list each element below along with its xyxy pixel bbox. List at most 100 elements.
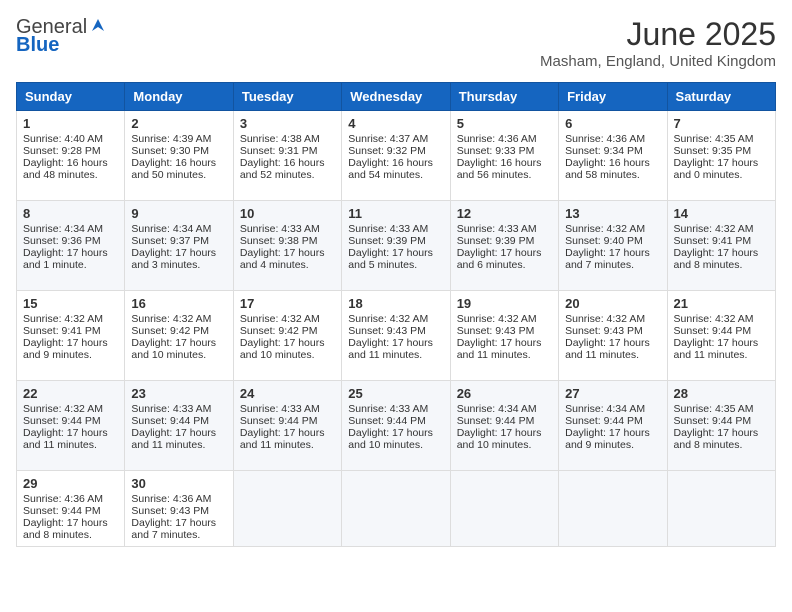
sunset-text: Sunset: 9:44 PM <box>240 415 318 427</box>
sunrise-text: Sunrise: 4:32 AM <box>565 313 645 325</box>
daylight-text: Daylight: 17 hours and 5 minutes. <box>348 247 433 271</box>
day-number: 26 <box>457 386 552 401</box>
logo-blue-text: Blue <box>16 34 106 56</box>
day-number: 27 <box>565 386 660 401</box>
table-row: 26Sunrise: 4:34 AMSunset: 9:44 PMDayligh… <box>450 381 558 471</box>
table-row: 22Sunrise: 4:32 AMSunset: 9:44 PMDayligh… <box>17 381 125 471</box>
table-row: 12Sunrise: 4:33 AMSunset: 9:39 PMDayligh… <box>450 201 558 291</box>
sunrise-text: Sunrise: 4:32 AM <box>131 313 211 325</box>
sunset-text: Sunset: 9:44 PM <box>674 415 752 427</box>
sunset-text: Sunset: 9:44 PM <box>565 415 643 427</box>
daylight-text: Daylight: 17 hours and 11 minutes. <box>240 427 325 451</box>
table-row <box>559 471 667 547</box>
daylight-text: Daylight: 17 hours and 8 minutes. <box>674 247 759 271</box>
daylight-text: Daylight: 16 hours and 54 minutes. <box>348 157 433 181</box>
table-row: 25Sunrise: 4:33 AMSunset: 9:44 PMDayligh… <box>342 381 450 471</box>
day-number: 9 <box>131 206 226 221</box>
table-row: 11Sunrise: 4:33 AMSunset: 9:39 PMDayligh… <box>342 201 450 291</box>
location-subtitle: Masham, England, United Kingdom <box>540 53 776 70</box>
sunset-text: Sunset: 9:31 PM <box>240 145 318 157</box>
table-row: 24Sunrise: 4:33 AMSunset: 9:44 PMDayligh… <box>233 381 341 471</box>
sunset-text: Sunset: 9:33 PM <box>457 145 535 157</box>
day-number: 21 <box>674 296 769 311</box>
table-row: 10Sunrise: 4:33 AMSunset: 9:38 PMDayligh… <box>233 201 341 291</box>
day-number: 1 <box>23 116 118 131</box>
day-number: 28 <box>674 386 769 401</box>
daylight-text: Daylight: 16 hours and 48 minutes. <box>23 157 108 181</box>
table-row <box>342 471 450 547</box>
col-thursday: Thursday <box>450 83 558 111</box>
table-row: 14Sunrise: 4:32 AMSunset: 9:41 PMDayligh… <box>667 201 775 291</box>
daylight-text: Daylight: 16 hours and 52 minutes. <box>240 157 325 181</box>
sunset-text: Sunset: 9:44 PM <box>348 415 426 427</box>
title-area: June 2025 Masham, England, United Kingdo… <box>540 16 776 70</box>
daylight-text: Daylight: 17 hours and 11 minutes. <box>131 427 216 451</box>
col-monday: Monday <box>125 83 233 111</box>
sunrise-text: Sunrise: 4:32 AM <box>565 223 645 235</box>
sunrise-text: Sunrise: 4:37 AM <box>348 133 428 145</box>
sunset-text: Sunset: 9:39 PM <box>348 235 426 247</box>
daylight-text: Daylight: 17 hours and 10 minutes. <box>348 427 433 451</box>
table-row: 3Sunrise: 4:38 AMSunset: 9:31 PMDaylight… <box>233 111 341 201</box>
sunrise-text: Sunrise: 4:34 AM <box>565 403 645 415</box>
daylight-text: Daylight: 17 hours and 0 minutes. <box>674 157 759 181</box>
table-row: 15Sunrise: 4:32 AMSunset: 9:41 PMDayligh… <box>17 291 125 381</box>
day-number: 16 <box>131 296 226 311</box>
sunset-text: Sunset: 9:42 PM <box>131 325 209 337</box>
calendar-week-row: 8Sunrise: 4:34 AMSunset: 9:36 PMDaylight… <box>17 201 776 291</box>
table-row <box>450 471 558 547</box>
sunrise-text: Sunrise: 4:33 AM <box>457 223 537 235</box>
sunset-text: Sunset: 9:44 PM <box>23 415 101 427</box>
col-friday: Friday <box>559 83 667 111</box>
table-row: 5Sunrise: 4:36 AMSunset: 9:33 PMDaylight… <box>450 111 558 201</box>
calendar-week-row: 15Sunrise: 4:32 AMSunset: 9:41 PMDayligh… <box>17 291 776 381</box>
day-number: 29 <box>23 476 118 491</box>
col-tuesday: Tuesday <box>233 83 341 111</box>
daylight-text: Daylight: 17 hours and 11 minutes. <box>565 337 650 361</box>
daylight-text: Daylight: 17 hours and 11 minutes. <box>348 337 433 361</box>
daylight-text: Daylight: 17 hours and 1 minute. <box>23 247 108 271</box>
table-row: 8Sunrise: 4:34 AMSunset: 9:36 PMDaylight… <box>17 201 125 291</box>
col-wednesday: Wednesday <box>342 83 450 111</box>
sunrise-text: Sunrise: 4:34 AM <box>23 223 103 235</box>
day-number: 24 <box>240 386 335 401</box>
day-number: 2 <box>131 116 226 131</box>
sunrise-text: Sunrise: 4:36 AM <box>565 133 645 145</box>
calendar-week-row: 22Sunrise: 4:32 AMSunset: 9:44 PMDayligh… <box>17 381 776 471</box>
calendar-week-row: 1Sunrise: 4:40 AMSunset: 9:28 PMDaylight… <box>17 111 776 201</box>
table-row: 13Sunrise: 4:32 AMSunset: 9:40 PMDayligh… <box>559 201 667 291</box>
table-row: 2Sunrise: 4:39 AMSunset: 9:30 PMDaylight… <box>125 111 233 201</box>
daylight-text: Daylight: 17 hours and 3 minutes. <box>131 247 216 271</box>
day-number: 18 <box>348 296 443 311</box>
calendar-week-row: 29Sunrise: 4:36 AMSunset: 9:44 PMDayligh… <box>17 471 776 547</box>
sunset-text: Sunset: 9:43 PM <box>457 325 535 337</box>
day-number: 11 <box>348 206 443 221</box>
sunrise-text: Sunrise: 4:32 AM <box>674 223 754 235</box>
col-sunday: Sunday <box>17 83 125 111</box>
sunset-text: Sunset: 9:35 PM <box>674 145 752 157</box>
sunset-text: Sunset: 9:32 PM <box>348 145 426 157</box>
sunrise-text: Sunrise: 4:32 AM <box>674 313 754 325</box>
sunrise-text: Sunrise: 4:32 AM <box>457 313 537 325</box>
sunset-text: Sunset: 9:43 PM <box>131 505 209 517</box>
daylight-text: Daylight: 17 hours and 10 minutes. <box>457 427 542 451</box>
table-row: 9Sunrise: 4:34 AMSunset: 9:37 PMDaylight… <box>125 201 233 291</box>
table-row: 7Sunrise: 4:35 AMSunset: 9:35 PMDaylight… <box>667 111 775 201</box>
day-number: 25 <box>348 386 443 401</box>
day-number: 13 <box>565 206 660 221</box>
table-row <box>667 471 775 547</box>
sunset-text: Sunset: 9:38 PM <box>240 235 318 247</box>
sunset-text: Sunset: 9:37 PM <box>131 235 209 247</box>
day-number: 17 <box>240 296 335 311</box>
sunrise-text: Sunrise: 4:32 AM <box>23 403 103 415</box>
day-number: 4 <box>348 116 443 131</box>
sunset-text: Sunset: 9:30 PM <box>131 145 209 157</box>
table-row: 23Sunrise: 4:33 AMSunset: 9:44 PMDayligh… <box>125 381 233 471</box>
day-number: 5 <box>457 116 552 131</box>
sunset-text: Sunset: 9:43 PM <box>348 325 426 337</box>
page-header: General Blue June 2025 Masham, England, … <box>16 16 776 70</box>
sunrise-text: Sunrise: 4:40 AM <box>23 133 103 145</box>
calendar-header-row: Sunday Monday Tuesday Wednesday Thursday… <box>17 83 776 111</box>
sunrise-text: Sunrise: 4:33 AM <box>240 223 320 235</box>
sunrise-text: Sunrise: 4:35 AM <box>674 403 754 415</box>
